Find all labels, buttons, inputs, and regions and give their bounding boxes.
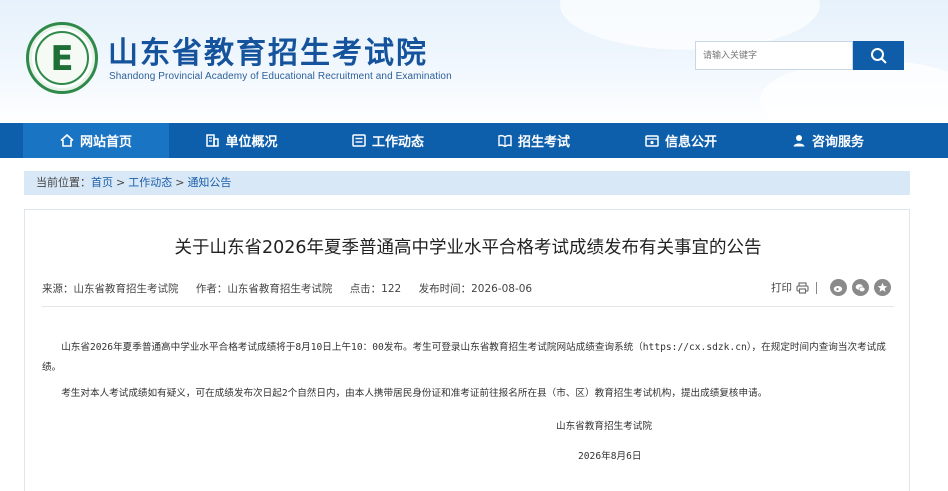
news-icon — [352, 134, 366, 147]
site-logo[interactable]: E — [26, 22, 98, 94]
home-icon — [60, 134, 74, 147]
logo-letter: E — [50, 39, 74, 79]
site-header: E 山东省教育招生考试院 Shandong Provincial Academy… — [0, 0, 948, 123]
main-nav: 网站首页 单位概况 工作动态 招生考试 信息公开 咨询服务 — [0, 123, 948, 158]
breadcrumb-notice-link[interactable]: 通知公告 — [187, 176, 231, 189]
nav-item-consult[interactable]: 咨询服务 — [755, 123, 901, 158]
meta-divider — [42, 306, 894, 307]
breadcrumb: 当前位置：首页 > 工作动态 > 通知公告 — [24, 171, 910, 195]
qzone-icon[interactable] — [874, 279, 891, 296]
nav-item-news[interactable]: 工作动态 — [315, 123, 461, 158]
weibo-icon[interactable] — [830, 279, 847, 296]
site-subtitle: Shandong Provincial Academy of Education… — [109, 71, 452, 82]
nav-label: 咨询服务 — [811, 135, 864, 150]
nav-label: 网站首页 — [79, 135, 132, 150]
search-input[interactable] — [695, 41, 853, 70]
breadcrumb-home-link[interactable]: 首页 — [91, 176, 113, 189]
breadcrumb-prefix: 当前位置： — [36, 176, 91, 189]
meta-author: 作者：山东省教育招生考试院 — [195, 283, 333, 295]
wechat-icon[interactable] — [852, 279, 869, 296]
nav-label: 招生考试 — [517, 135, 570, 150]
nav-item-about[interactable]: 单位概况 — [169, 123, 315, 158]
article-title: 关于山东省2026年夏季普通高中学业水平合格考试成绩发布有关事宜的公告 — [174, 238, 762, 258]
service-user-icon — [793, 135, 805, 147]
breadcrumb-separator: > — [175, 176, 185, 189]
article-paragraph: 山东省2026年夏季普通高中学业水平合格考试成绩将于8月10日上午10：00发布… — [42, 342, 886, 373]
meta-clicks: 点击：122 — [349, 283, 402, 295]
info-card-icon — [645, 135, 659, 147]
meta-published: 发布时间：2026-08-06 — [418, 283, 533, 295]
article-date: 2026年8月6日 — [578, 451, 642, 462]
nav-item-home[interactable]: 网站首页 — [23, 123, 169, 158]
search-icon — [870, 47, 887, 64]
nav-item-exams[interactable]: 招生考试 — [461, 123, 607, 158]
nav-label: 单位概况 — [225, 135, 278, 150]
article-meta: 来源：山东省教育招生考试院 作者：山东省教育招生考试院 点击：122 发布时间：… — [42, 281, 546, 296]
article-tools: 打印 — [771, 279, 891, 296]
nav-item-disclosure[interactable]: 信息公开 — [608, 123, 754, 158]
article-card: 关于山东省2026年夏季普通高中学业水平合格考试成绩发布有关事宜的公告 来源：山… — [24, 209, 910, 491]
nav-label: 工作动态 — [371, 135, 424, 150]
breadcrumb-separator: > — [116, 176, 126, 189]
search-button[interactable] — [853, 41, 904, 70]
building-icon — [206, 134, 220, 147]
breadcrumb-news-link[interactable]: 工作动态 — [128, 176, 172, 189]
tools-divider — [816, 281, 817, 294]
article-paragraph: 考生对本人考试成绩如有疑义，可在成绩发布次日起2个自然日内，由本人携带居民身份证… — [61, 388, 768, 399]
printer-icon[interactable] — [796, 281, 809, 294]
exam-book-icon — [498, 135, 512, 147]
meta-source: 来源：山东省教育招生考试院 — [42, 283, 179, 295]
print-link[interactable]: 打印 — [771, 280, 792, 295]
site-title[interactable]: 山东省教育招生考试院 — [108, 28, 428, 72]
nav-label: 信息公开 — [664, 135, 717, 150]
article-body: 山东省2026年夏季普通高中学业水平合格考试成绩将于8月10日上午10：00发布… — [42, 338, 894, 410]
article-signature: 山东省教育招生考试院 — [556, 421, 652, 432]
